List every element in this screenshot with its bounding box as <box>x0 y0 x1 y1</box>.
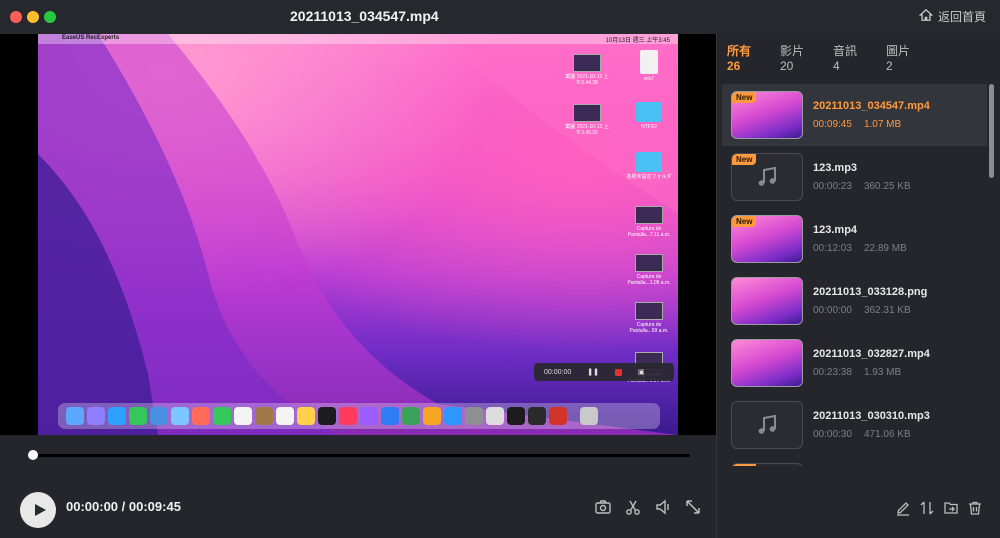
window-title: 20211013_034547.mp4 <box>290 8 439 24</box>
recording-meta: 00:00:30 471.06 KB <box>813 429 911 440</box>
video-thumbnail: New <box>731 91 803 139</box>
recording-meta: 00:00:00 362.31 KB <box>813 305 911 316</box>
desktop-icon: NTFS2 <box>626 102 672 130</box>
desktop-icon: 截圖 2021-10-13 上午3.45.32 <box>564 104 610 136</box>
video-thumbnail <box>731 277 803 325</box>
desktop-icon: 名称未設定フォルダ <box>626 152 672 180</box>
recording-duration: 00:23:38 <box>813 367 852 378</box>
recording-meta: 00:12:03 22.89 MB <box>813 243 907 254</box>
video-preview[interactable]: EaseUS RecExperts 10月13日 週三 上午3:45 截圖 20… <box>0 34 716 435</box>
back-home-button[interactable]: 返回首頁 <box>918 8 986 25</box>
player-controls <box>594 498 702 516</box>
desktop-icon: win7 <box>626 50 672 82</box>
stop-icon <box>614 368 622 376</box>
tab-images[interactable]: 圖片 2 <box>886 44 939 74</box>
screenshot-icon: ▣ <box>637 369 645 376</box>
mac-menubar: EaseUS RecExperts 10月13日 週三 上午3:45 <box>38 34 678 44</box>
export-icon[interactable] <box>943 500 959 516</box>
new-badge: New <box>732 154 757 165</box>
recordings-sidebar: 所有 26 影片 20 音訊 4 圖片 2 New 20211013_034547… <box>717 34 1000 538</box>
recording-duration: 00:00:00 <box>813 305 852 316</box>
recording-toolbar: 00:00:00 ❚❚ ▣ <box>534 363 674 381</box>
recorded-desktop: EaseUS RecExperts 10月13日 週三 上午3:45 截圖 20… <box>38 34 678 435</box>
audio-thumbnail: New <box>731 463 803 466</box>
zoom-window-button[interactable] <box>44 11 56 23</box>
menubar-clock: 10月13日 週三 上午3:45 <box>605 38 670 44</box>
recording-size: 471.06 KB <box>863 429 911 440</box>
tab-audio[interactable]: 音訊 4 <box>833 44 886 74</box>
audio-thumbnail <box>731 401 803 449</box>
recording-list-item[interactable]: New 123.mp4 00:12:03 22.89 MB <box>722 208 987 270</box>
mac-dock <box>58 403 660 429</box>
video-thumbnail: New <box>731 215 803 263</box>
playback-timecode: 00:00:00 / 00:09:45 <box>66 499 181 514</box>
recording-meta: 00:00:23 360.25 KB <box>813 181 911 192</box>
player-pane: EaseUS RecExperts 10月13日 週三 上午3:45 截圖 20… <box>0 34 716 538</box>
new-badge: New <box>732 92 757 103</box>
desktop-icon: Captura de Pantalla...7.11 a.m. <box>626 206 672 238</box>
recording-list-item[interactable]: 20211013_032827.mp4 00:23:38 1.93 MB <box>722 332 987 394</box>
recording-size: 22.89 MB <box>863 243 907 254</box>
recording-list-item[interactable]: New 123.mp3 00:00:23 360.25 KB <box>722 146 987 208</box>
speaker-icon[interactable] <box>654 498 672 516</box>
recording-size: 1.07 MB <box>863 119 902 130</box>
recording-size: 362.31 KB <box>863 305 911 316</box>
recording-list-item[interactable]: 20211013_033128.png 00:00:00 362.31 KB <box>722 270 987 332</box>
list-scrollbar[interactable] <box>989 84 994 178</box>
menubar-app-name: EaseUS RecExperts <box>62 35 120 41</box>
new-badge: New <box>732 464 757 466</box>
title-bar: 20211013_034547.mp4 返回首頁 <box>0 0 1000 34</box>
recording-list-item[interactable]: New <box>722 456 987 466</box>
tab-video[interactable]: 影片 20 <box>780 44 833 74</box>
tab-all[interactable]: 所有 26 <box>727 44 780 74</box>
recording-name: 123.mp3 <box>813 162 858 174</box>
recording-name: 20211013_034547.mp4 <box>813 100 930 112</box>
recording-list-item[interactable]: New 20211013_034547.mp4 00:09:45 1.07 MB <box>722 84 987 146</box>
recordings-list[interactable]: New 20211013_034547.mp4 00:09:45 1.07 MB New… <box>722 84 987 466</box>
app-window: 20211013_034547.mp4 返回首頁 EaseUS RecExper… <box>0 0 1000 538</box>
scissors-icon[interactable] <box>624 498 642 516</box>
delete-icon[interactable] <box>967 500 983 516</box>
desktop-icon: 截圖 2021-10-13 上午3.44.38 <box>564 54 610 86</box>
expand-icon[interactable] <box>684 498 702 516</box>
sort-icon[interactable] <box>919 500 935 516</box>
play-button[interactable] <box>20 492 56 528</box>
minimize-window-button[interactable] <box>27 11 39 23</box>
recording-meta: 00:09:45 1.07 MB <box>813 119 901 130</box>
music-note-icon <box>758 414 776 434</box>
recording-duration: 00:00:23 <box>813 181 852 192</box>
recording-duration: 00:00:30 <box>813 429 852 440</box>
home-icon <box>918 8 934 25</box>
desktop-icon: Captura de Pantalla...59 a.m. <box>626 302 672 334</box>
recording-size: 1.93 MB <box>863 367 902 378</box>
new-badge: New <box>732 216 757 227</box>
filter-tabs: 所有 26 影片 20 音訊 4 圖片 2 <box>727 44 939 74</box>
recording-name: 123.mp4 <box>813 224 858 236</box>
recording-duration: 00:09:45 <box>813 119 852 130</box>
camera-icon[interactable] <box>594 498 612 516</box>
desktop-icon: Captura de Pantalla...1.09 a.m. <box>626 254 672 286</box>
current-time: 00:00:00 <box>66 499 119 514</box>
video-thumbnail <box>731 339 803 387</box>
play-icon <box>34 504 46 516</box>
list-actions <box>895 500 983 516</box>
recording-meta: 00:23:38 1.93 MB <box>813 367 901 378</box>
recording-list-item[interactable]: 20211013_030310.mp3 00:00:30 471.06 KB <box>722 394 987 456</box>
audio-thumbnail: New <box>731 153 803 201</box>
back-home-label: 返回首頁 <box>937 10 986 24</box>
music-note-icon <box>758 166 776 186</box>
recording-name: 20211013_030310.mp3 <box>813 410 930 422</box>
playback-progress-bar[interactable] <box>28 450 690 460</box>
close-window-button[interactable] <box>10 11 22 23</box>
recording-name: 20211013_033128.png <box>813 286 928 298</box>
recording-duration: 00:12:03 <box>813 243 852 254</box>
recording-timer: 00:00:00 <box>544 368 572 376</box>
progress-handle[interactable] <box>28 450 38 460</box>
pause-icon: ❚❚ <box>587 369 599 376</box>
total-time: 00:09:45 <box>128 499 181 514</box>
recording-name: 20211013_032827.mp4 <box>813 348 930 360</box>
recording-size: 360.25 KB <box>863 181 911 192</box>
edit-icon[interactable] <box>895 500 911 516</box>
